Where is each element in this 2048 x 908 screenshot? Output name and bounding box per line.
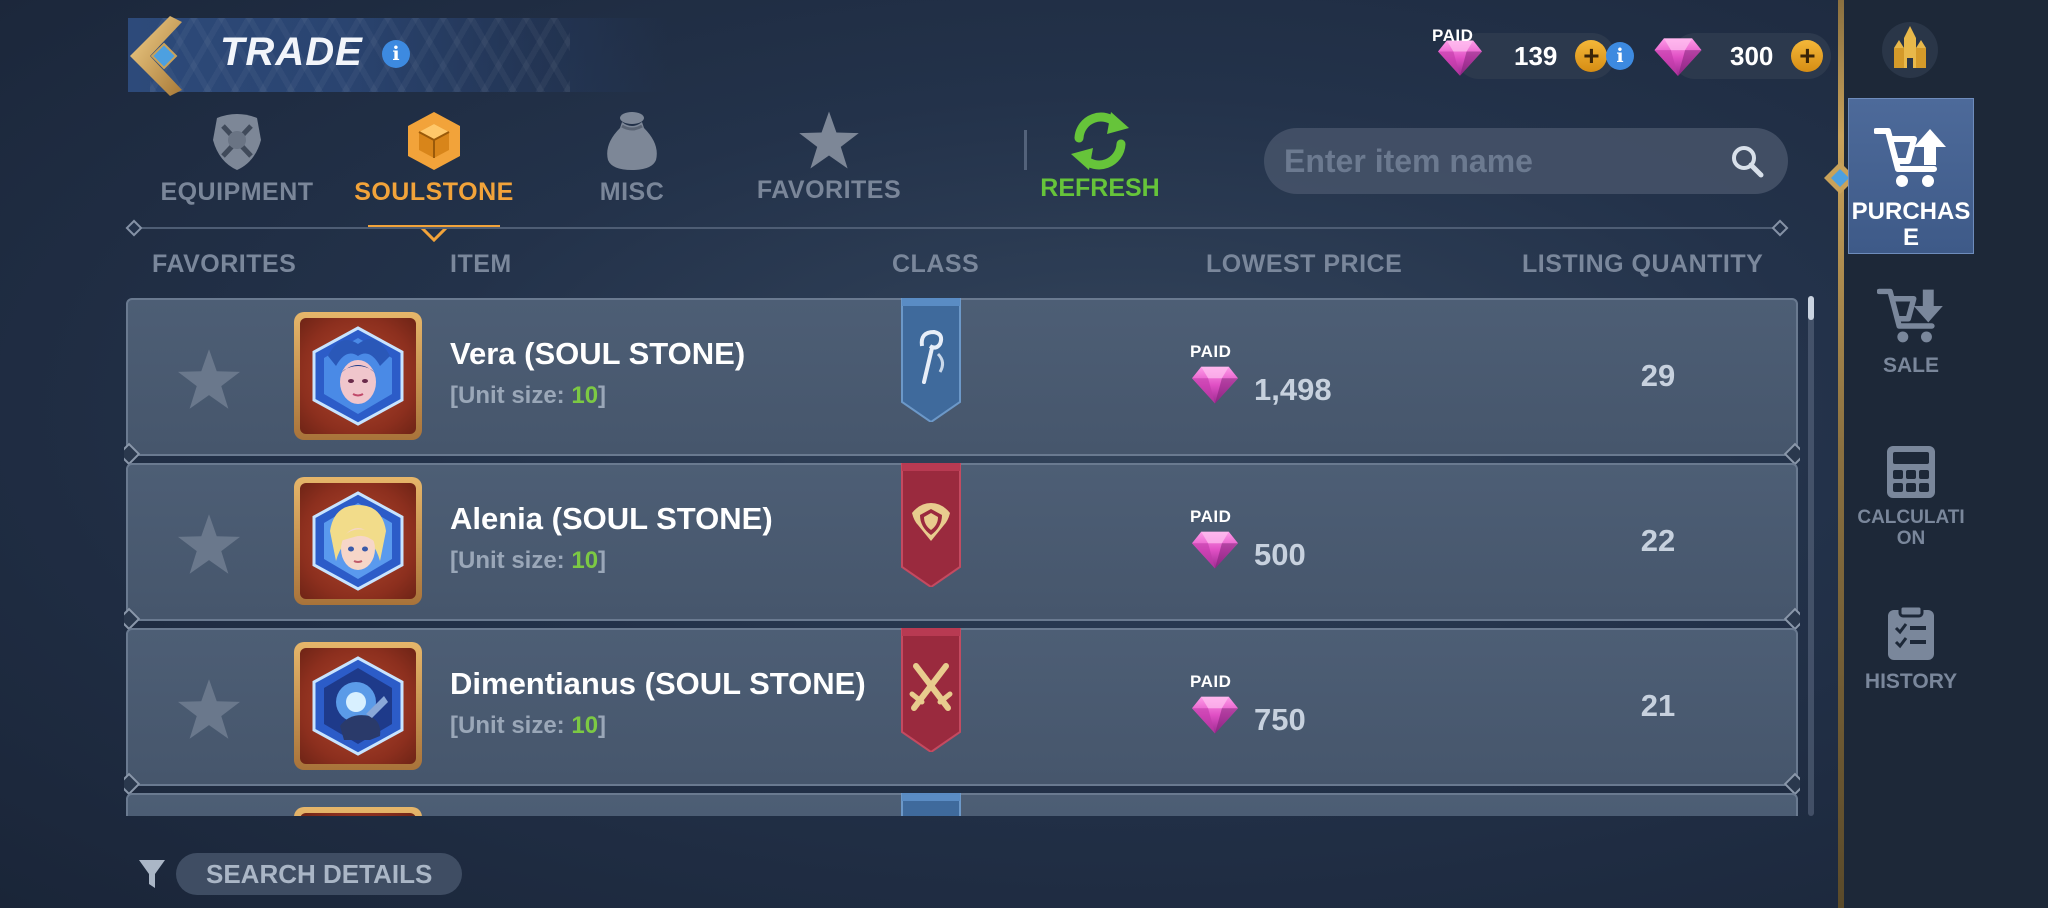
- paid-gem-icon: [1192, 366, 1238, 404]
- castle-icon[interactable]: [1880, 20, 1940, 80]
- filter-icon: [139, 860, 165, 888]
- mage-class-icon: [901, 298, 961, 422]
- tab-label: FAVORITES: [756, 176, 902, 204]
- favorite-star-icon[interactable]: [176, 348, 242, 410]
- paid-tag: PAID: [1432, 26, 1474, 45]
- vera-soulstone-icon: [312, 326, 404, 426]
- item-unit-size: [Unit size: 10]: [450, 382, 607, 409]
- listing-quantity: 21: [1640, 688, 1676, 723]
- search-icon[interactable]: [1730, 144, 1764, 178]
- item-unit-size: [Unit size: 10]: [450, 712, 607, 739]
- item-portrait: [294, 312, 422, 440]
- back-arrow-icon: [130, 16, 182, 96]
- search-box: [1264, 128, 1788, 194]
- paid-gem-icon: [1192, 531, 1238, 569]
- bag-icon: [607, 112, 657, 170]
- price-value: 500: [1254, 537, 1306, 572]
- price-paid-tag: PAID: [1190, 342, 1232, 361]
- sidebar-item-purchase[interactable]: PURCHASE: [1848, 98, 1974, 254]
- paid-gem-value: 139: [1514, 40, 1558, 71]
- warrior-class-icon: [901, 628, 961, 752]
- sidebar-label: SALE: [1882, 354, 1939, 377]
- add-paid-gem-button[interactable]: +: [1575, 40, 1608, 72]
- item-portrait: [294, 807, 422, 816]
- tab-equipment[interactable]: EQUIPMENT: [152, 110, 322, 207]
- star-icon: [798, 110, 860, 170]
- column-header-class: CLASS: [892, 250, 980, 278]
- tab-label: MISC: [599, 178, 665, 206]
- equipment-icon: [213, 114, 261, 170]
- favorite-star-icon[interactable]: [176, 678, 242, 740]
- tab-label: EQUIPMENT: [160, 178, 314, 206]
- item-name: Dimentianus (SOUL STONE): [450, 666, 866, 701]
- tab-favorites[interactable]: FAVORITES: [744, 110, 914, 205]
- favorite-star-icon[interactable]: [176, 513, 242, 575]
- sidebar-label: HISTORY: [1864, 670, 1958, 693]
- item-list[interactable]: Vera (SOUL STONE) [Unit size: 10] PAID 1…: [124, 296, 1800, 816]
- price-value: 1,498: [1254, 372, 1332, 407]
- free-gem-icon: [1654, 38, 1702, 76]
- lowest-price: PAID 750: [1188, 672, 1408, 742]
- dimentianus-soulstone-icon: [312, 656, 404, 756]
- table-row[interactable]: Dimentianus (SOUL STONE) [Unit size: 10]…: [126, 628, 1798, 786]
- currency-info-icon[interactable]: i: [1606, 42, 1634, 70]
- column-header-listing-quantity: LISTING QUANTITY: [1522, 250, 1764, 278]
- paid-gem-icon: [1192, 696, 1238, 734]
- tab-separator: [1024, 130, 1027, 170]
- lowest-price: PAID 1,498: [1188, 342, 1408, 412]
- page-title: TRADE: [220, 30, 363, 74]
- refresh-label: REFRESH: [1040, 174, 1160, 202]
- defender-class-icon: [901, 463, 961, 587]
- add-free-gem-button[interactable]: +: [1791, 40, 1824, 72]
- lowest-price: PAID 500: [1188, 507, 1408, 577]
- listing-quantity: 29: [1640, 358, 1676, 393]
- sidebar-border: [1838, 0, 1844, 908]
- column-header-lowest-price: LOWEST PRICE: [1206, 250, 1403, 278]
- table-row[interactable]: Vera (SOUL STONE) [Unit size: 10] PAID 1…: [126, 298, 1798, 456]
- tab-soulstone[interactable]: SOULSTONE: [349, 110, 519, 207]
- search-input[interactable]: [1284, 142, 1730, 180]
- sidebar-item-sale[interactable]: SALE: [1848, 286, 1974, 377]
- item-name: Alenia (SOUL STONE): [450, 501, 773, 536]
- listing-quantity: 22: [1640, 523, 1676, 558]
- sidebar-label: PURCHASE: [1851, 198, 1971, 252]
- info-icon[interactable]: i: [382, 40, 410, 68]
- refresh-button[interactable]: REFRESH: [1040, 110, 1160, 203]
- class-banner-icon: [901, 793, 961, 816]
- tab-misc[interactable]: MISC: [547, 110, 717, 207]
- refresh-icon: [1071, 112, 1129, 170]
- price-value: 750: [1254, 702, 1306, 737]
- divider-end-right: [1771, 219, 1789, 237]
- sidebar-label: CALCULATION: [1857, 507, 1965, 549]
- price-paid-tag: PAID: [1190, 507, 1232, 526]
- price-paid-tag: PAID: [1190, 672, 1232, 691]
- item-portrait: [294, 477, 422, 605]
- soulstone-icon: [408, 112, 460, 170]
- free-gem-value: 300: [1730, 40, 1774, 71]
- item-unit-size: [Unit size: 10]: [450, 547, 607, 574]
- item-name: Vera (SOUL STONE): [450, 336, 746, 371]
- calculator-icon: [1887, 446, 1935, 498]
- cart-upload-icon: [1874, 128, 1946, 187]
- column-header-item: ITEM: [450, 250, 512, 278]
- clipboard-icon: [1888, 604, 1934, 660]
- cart-download-icon: [1877, 288, 1943, 343]
- list-scrollbar[interactable]: [1808, 296, 1814, 816]
- divider-end-left: [125, 219, 143, 237]
- sidebar-item-calculation[interactable]: CALCULATION: [1848, 444, 1974, 550]
- sidebar-item-history[interactable]: HISTORY: [1848, 604, 1974, 693]
- tab-divider: [134, 227, 1782, 229]
- tab-label: SOULSTONE: [354, 178, 514, 206]
- column-header-favorites: FAVORITES: [152, 250, 297, 278]
- item-portrait: [294, 642, 422, 770]
- back-button[interactable]: [126, 14, 192, 98]
- search-details-button[interactable]: SEARCH DETAILS: [176, 853, 463, 895]
- alenia-soulstone-icon: [312, 491, 404, 591]
- table-row[interactable]: [126, 793, 1798, 816]
- table-row[interactable]: Alenia (SOUL STONE) [Unit size: 10] PAID…: [126, 463, 1798, 621]
- scrollbar-thumb[interactable]: [1808, 296, 1814, 320]
